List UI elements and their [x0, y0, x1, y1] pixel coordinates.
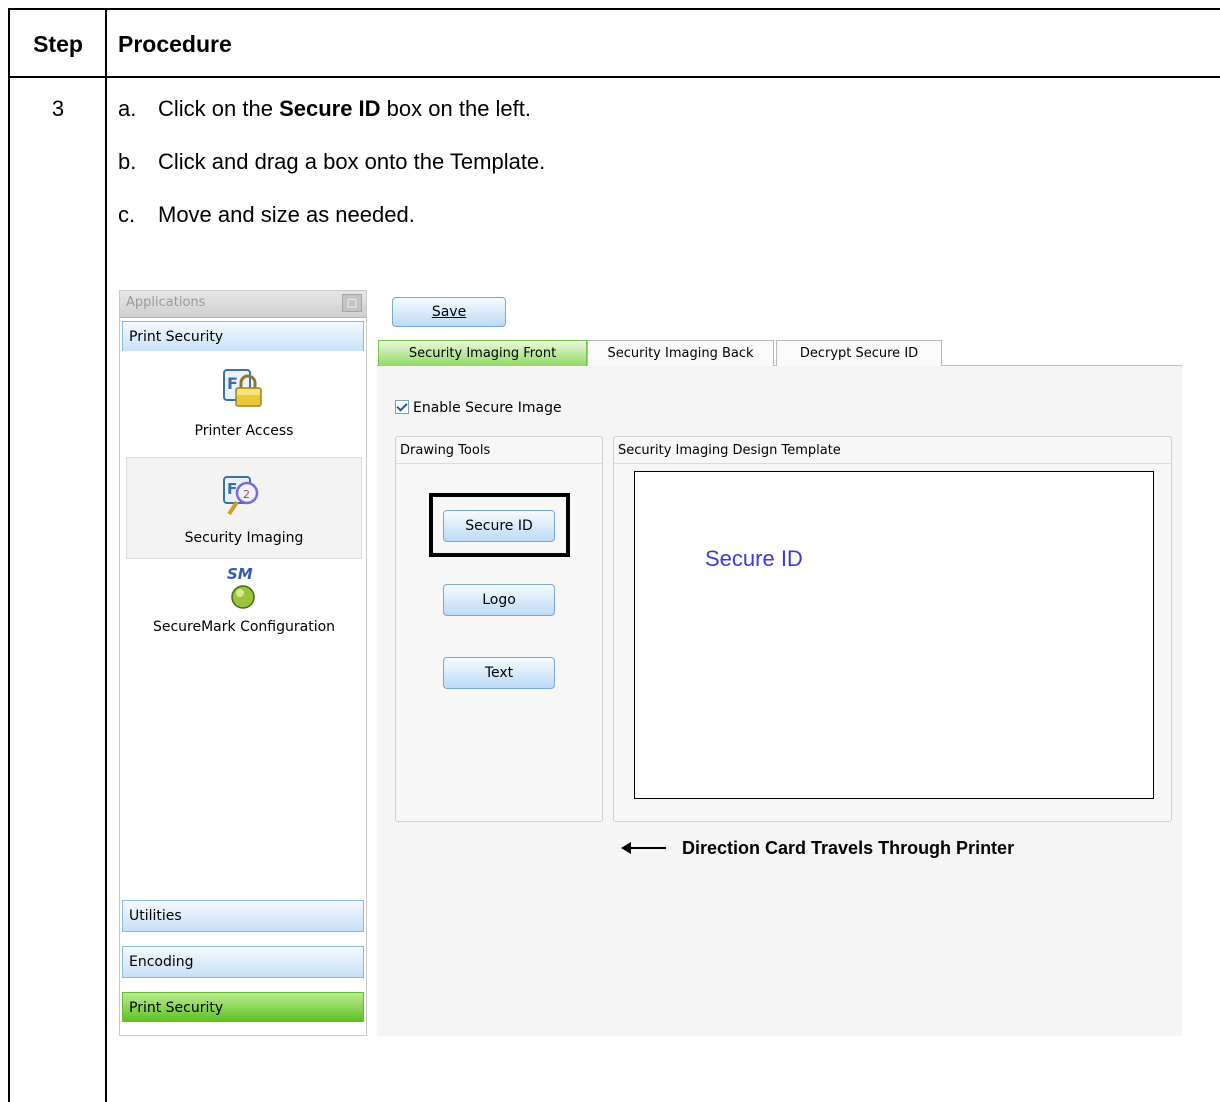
category-print-security-top[interactable]: Print Security [122, 321, 364, 353]
category-print-security[interactable]: Print Security [122, 992, 364, 1022]
placed-secure-id-text[interactable]: Secure ID [705, 546, 803, 572]
app-item-label: Security Imaging [184, 530, 304, 546]
left-arrow-icon [621, 842, 666, 854]
tab-decrypt-secure-id[interactable]: Decrypt Secure ID [776, 340, 942, 367]
category-encoding[interactable]: Encoding [122, 946, 364, 978]
instruction-letter: b. [118, 149, 137, 174]
design-template-title: Security Imaging Design Template [618, 443, 841, 458]
padlock-card-icon: F [223, 369, 262, 407]
app-item-label: SecureMark Configuration [152, 619, 336, 635]
direction-label: Direction Card Travels Through Printer [682, 838, 1015, 858]
enable-secure-image-row[interactable]: Enable Secure Image [395, 400, 562, 416]
group-separator [396, 463, 602, 464]
design-template-group: Security Imaging Design Template Secure … [613, 436, 1172, 822]
design-template-canvas[interactable]: Secure ID [634, 471, 1154, 799]
embedded-screenshot: Applications □ Print Security F Printer … [109, 282, 1182, 1036]
header-step: Step [33, 31, 83, 57]
applications-items: F Printer Access F 2 Security Imaging SM… [122, 351, 364, 897]
instruction-c: c. Move and size as needed. [118, 202, 415, 228]
group-separator [614, 463, 1171, 464]
applications-title-bar: Applications □ [120, 291, 366, 318]
secure-id-button[interactable]: Secure ID [443, 510, 555, 542]
instruction-bold: Secure ID [279, 96, 381, 121]
step-number: 3 [51, 96, 65, 121]
app-item-label: Printer Access [194, 423, 294, 439]
svg-text:2: 2 [243, 488, 250, 501]
header-procedure: Procedure [118, 31, 232, 57]
instruction-b: b. Click and drag a box onto the Template… [118, 149, 545, 175]
instruction-text: box on the left. [380, 96, 531, 121]
save-button[interactable]: Save [392, 297, 506, 327]
column-divider [105, 10, 107, 1102]
instruction-text: Click on the [158, 96, 280, 121]
enable-secure-image-label: Enable Secure Image [413, 400, 562, 416]
securemark-icon-text: SM [227, 565, 253, 583]
app-item-security-imaging[interactable]: F 2 Security Imaging [126, 457, 362, 559]
save-button-label: Save [431, 304, 467, 320]
table-header-row: Step Procedure [10, 10, 1220, 78]
direction-label-row: Direction Card Travels Through Printer [621, 838, 1015, 859]
drawing-tools-group: Drawing Tools Secure ID Logo Text [395, 436, 603, 822]
instruction-text: Move and size as needed. [158, 202, 415, 227]
applications-panel: Applications □ Print Security F Printer … [119, 290, 367, 1036]
category-utilities[interactable]: Utilities [122, 900, 364, 932]
tab-security-imaging-back[interactable]: Security Imaging Back [587, 340, 774, 367]
enable-secure-image-checkbox[interactable] [395, 400, 409, 414]
logo-button[interactable]: Logo [443, 584, 555, 616]
instruction-letter: c. [118, 202, 136, 227]
text-button[interactable]: Text [443, 657, 555, 689]
tab-security-imaging-front[interactable]: Security Imaging Front [378, 340, 587, 367]
pin-icon[interactable]: □ [342, 294, 362, 312]
svg-text:F: F [227, 480, 237, 498]
app-item-printer-access[interactable]: F Printer Access [126, 351, 362, 451]
securemark-icon: SM [227, 565, 255, 609]
drawing-tools-title: Drawing Tools [400, 443, 491, 458]
instruction-a: a. Click on the Secure ID box on the left… [118, 96, 531, 122]
instruction-text: Click and drag a box onto the Template. [158, 149, 546, 174]
magnifier-card-icon: F 2 [223, 476, 259, 516]
applications-title: Applications [126, 295, 206, 310]
instruction-letter: a. [118, 96, 137, 121]
app-item-securemark-configuration[interactable]: SM SecureMark Configuration [126, 563, 362, 663]
